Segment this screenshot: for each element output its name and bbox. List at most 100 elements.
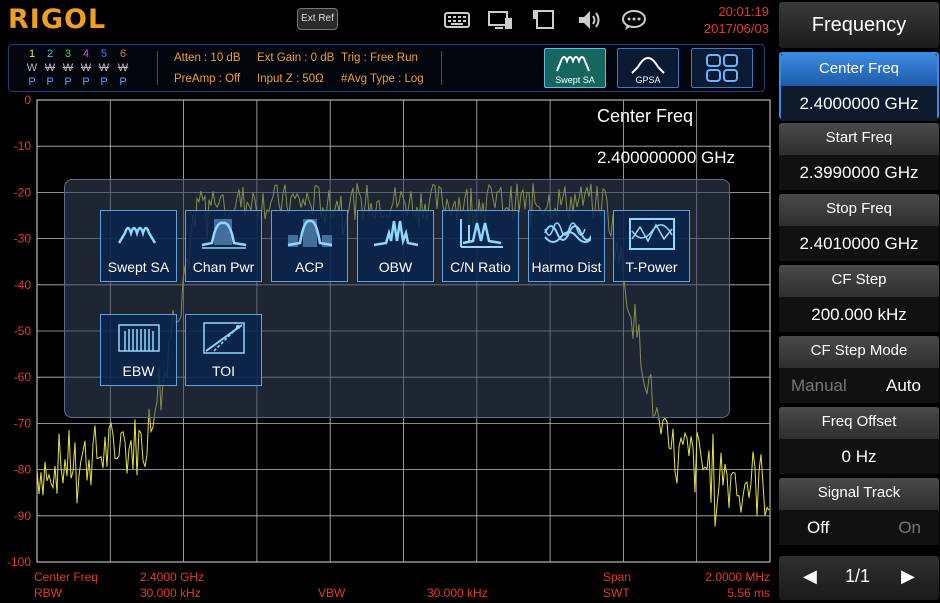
t-power-icon xyxy=(629,218,675,250)
center-freq-readout-value: 2.400000000 GHz xyxy=(597,148,735,167)
trace-number: 5 xyxy=(100,48,108,60)
trace-1-indicator[interactable]: 1 W P xyxy=(25,47,39,89)
mode-grid-button[interactable] xyxy=(691,48,753,88)
chan-pwr-icon xyxy=(201,219,247,249)
span-label[interactable]: Span xyxy=(603,570,631,584)
touch-lock-icon[interactable] xyxy=(530,8,558,32)
meas-toi-button[interactable]: TOI xyxy=(185,314,262,386)
divider xyxy=(157,51,158,85)
gpsa-mode-button[interactable]: GPSA xyxy=(617,48,679,88)
grid-icon xyxy=(706,54,738,82)
center-freq-label[interactable]: Center Freq xyxy=(34,570,98,584)
ext-ref-button[interactable]: Ext Ref xyxy=(297,8,338,30)
cn-ratio-icon xyxy=(460,219,503,248)
trace-2-indicator[interactable]: 2 W P xyxy=(43,47,57,89)
input-z-info[interactable]: Input Z : 50Ω xyxy=(257,73,324,85)
gpsa-icon xyxy=(631,57,665,74)
trace-mode: W xyxy=(62,62,74,74)
page-prev-icon[interactable]: ◀ xyxy=(803,566,817,587)
swept-sa-mode-button[interactable]: Swept SA xyxy=(544,48,606,88)
center-freq-softkey[interactable]: Center Freq 2.4000000 GHz xyxy=(779,52,939,121)
y-tick-label: -70 xyxy=(14,416,32,430)
meas-cn-ratio-button[interactable]: C/N Ratio xyxy=(442,210,519,282)
trigger-info[interactable]: Trig : Free Run xyxy=(341,52,418,64)
message-icon[interactable] xyxy=(620,8,648,32)
swt-value[interactable]: 5.56 ms xyxy=(727,586,770,600)
vbw-value[interactable]: 30.000 kHz xyxy=(427,586,488,600)
option-off[interactable]: Off xyxy=(807,510,829,545)
meas-label: Harmo Dist xyxy=(531,259,602,275)
harmo-dist-icon xyxy=(544,222,591,243)
freq-offset-softkey[interactable]: Freq Offset 0 Hz xyxy=(779,407,939,474)
trace-number: 1 xyxy=(28,48,36,60)
signal-track-softkey[interactable]: Signal Track Off On xyxy=(779,478,939,545)
stop-freq-softkey[interactable]: Stop Freq 2.4010000 GHz xyxy=(779,194,939,261)
swt-label[interactable]: SWT xyxy=(603,586,630,600)
y-tick-label: 0 xyxy=(24,95,31,107)
avg-type-info[interactable]: #Avg Type : Log xyxy=(341,73,424,85)
meas-harmo-dist-button[interactable]: Harmo Dist xyxy=(528,210,605,282)
softkey-value: 2.3990000 GHz xyxy=(779,155,939,190)
span-value[interactable]: 2.0000 MHz xyxy=(705,570,770,584)
rbw-label[interactable]: RBW xyxy=(34,586,62,600)
clock-time: 20:01:19 xyxy=(718,4,769,19)
trace-6-indicator[interactable]: 6 W P xyxy=(116,47,130,89)
keyboard-icon[interactable] xyxy=(443,8,471,32)
clock: 20:01:19 2017/06/03 xyxy=(693,3,769,37)
y-tick-label: -20 xyxy=(14,185,32,199)
preamp-info[interactable]: PreAmp : Off xyxy=(174,73,240,85)
meas-obw-button[interactable]: OBW xyxy=(357,210,434,282)
softkey-value: 0 Hz xyxy=(779,439,939,474)
y-tick-label: -80 xyxy=(14,463,32,477)
trace-3-indicator[interactable]: 3 W P xyxy=(61,47,75,89)
softkey-options: Manual Auto xyxy=(779,368,939,403)
trace-5-indicator[interactable]: 5 W P xyxy=(97,47,111,89)
cf-step-softkey[interactable]: CF Step 200.000 kHz xyxy=(779,265,939,332)
mode-button-label: Swept SA xyxy=(555,75,595,85)
display-icon[interactable] xyxy=(486,8,514,32)
meas-label: Chan Pwr xyxy=(192,259,255,275)
page-next-icon[interactable]: ▶ xyxy=(901,566,915,587)
meas-chan-pwr-button[interactable]: Chan Pwr xyxy=(185,210,262,282)
trace-detector: P xyxy=(64,76,72,88)
divider xyxy=(441,51,442,85)
acp-icon xyxy=(287,219,333,247)
y-tick-label: -90 xyxy=(14,509,32,523)
meas-swept-sa-button[interactable]: Swept SA xyxy=(100,210,177,282)
softkey-menu: Frequency Center Freq 2.4000000 GHz Star… xyxy=(775,0,940,603)
start-freq-softkey[interactable]: Start Freq 2.3990000 GHz xyxy=(779,123,939,190)
option-auto[interactable]: Auto xyxy=(886,368,921,403)
trace-detector: P xyxy=(46,76,54,88)
option-manual[interactable]: Manual xyxy=(791,368,847,403)
softkey-value: 200.000 kHz xyxy=(779,297,939,332)
y-tick-label: -40 xyxy=(14,278,32,292)
meas-ebw-button[interactable]: EBW xyxy=(100,314,177,386)
obw-icon xyxy=(373,220,419,247)
softkey-value: 2.4010000 GHz xyxy=(779,226,939,261)
status-bar: 1 W P 2 W P 3 W P 4 W P 5 W P 6 W P Atte… xyxy=(8,44,765,92)
toi-icon xyxy=(203,322,245,354)
center-freq-readout-label: Center Freq xyxy=(597,106,694,126)
atten-info[interactable]: Atten : 10 dB xyxy=(174,52,241,64)
center-freq-value[interactable]: 2.4000 GHz xyxy=(140,570,204,584)
menu-title: Frequency xyxy=(779,2,939,48)
cf-step-mode-softkey[interactable]: CF Step Mode Manual Auto xyxy=(779,336,939,403)
ebw-icon xyxy=(118,324,160,352)
y-tick-label: -10 xyxy=(14,139,32,153)
trace-detector: P xyxy=(82,76,90,88)
speaker-icon[interactable] xyxy=(576,8,604,32)
rbw-value[interactable]: 30.000 kHz xyxy=(140,586,201,600)
softkey-label: CF Step xyxy=(779,265,939,297)
trace-mode: W xyxy=(80,62,92,74)
ext-gain-info[interactable]: Ext Gain : 0 dB xyxy=(257,52,334,64)
meas-acp-button[interactable]: ACP xyxy=(271,210,348,282)
trace-number: 3 xyxy=(64,48,72,60)
trace-4-indicator[interactable]: 4 W P xyxy=(79,47,93,89)
trace-mode: W xyxy=(98,62,110,74)
softkey-label: CF Step Mode xyxy=(779,336,939,368)
meas-t-power-button[interactable]: T-Power xyxy=(613,210,690,282)
vbw-label[interactable]: VBW xyxy=(318,586,345,600)
trace-number: 6 xyxy=(119,48,127,60)
meas-label: TOI xyxy=(211,363,236,379)
option-on[interactable]: On xyxy=(898,510,921,545)
